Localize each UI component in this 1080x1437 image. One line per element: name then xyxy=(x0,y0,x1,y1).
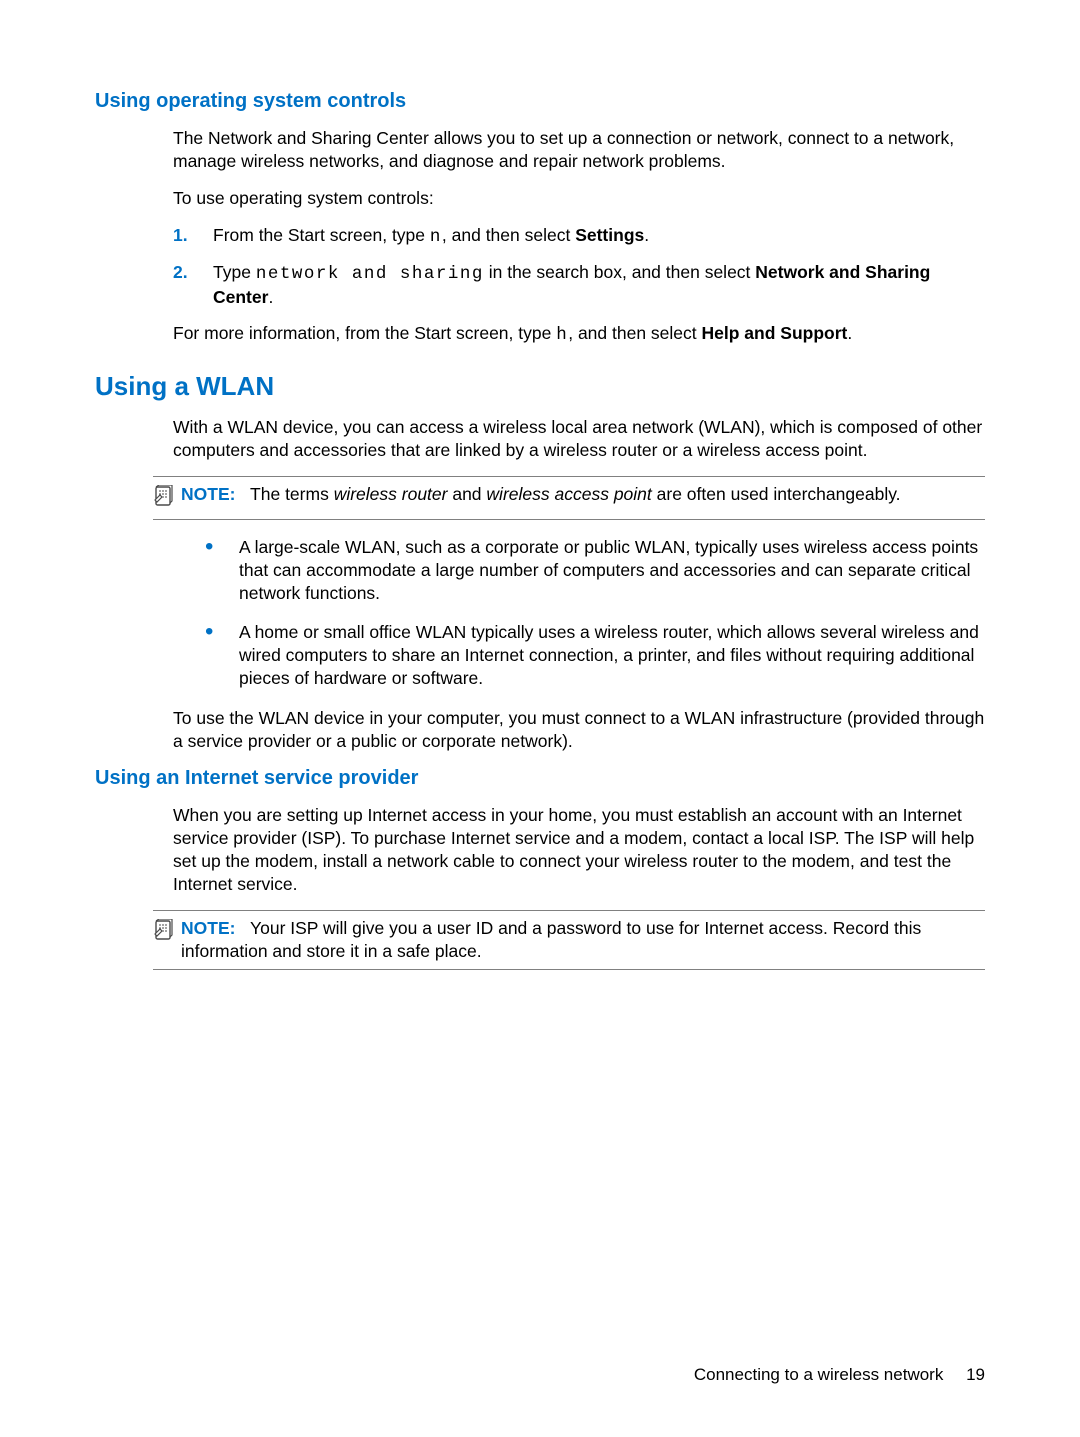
note-icon xyxy=(153,483,175,513)
list-text: A large-scale WLAN, such as a corporate … xyxy=(239,536,985,605)
text-run: are often used interchangeably. xyxy=(652,484,901,504)
body-block: For more information, from the Start scr… xyxy=(173,322,985,347)
list-item: • A home or small office WLAN typically … xyxy=(205,621,985,690)
list-number: 1. xyxy=(173,224,191,249)
text-run: . xyxy=(847,323,852,343)
bullet-icon: • xyxy=(205,536,217,605)
italic-text: wireless access point xyxy=(486,484,651,504)
note-label: NOTE: xyxy=(181,918,235,938)
paragraph: The Network and Sharing Center allows yo… xyxy=(173,127,985,173)
body-block: The Network and Sharing Center allows yo… xyxy=(173,127,985,210)
text-run: The terms xyxy=(250,484,334,504)
text-run: . xyxy=(268,287,273,307)
bold-text: Settings xyxy=(575,225,644,245)
bullet-list: • A large-scale WLAN, such as a corporat… xyxy=(205,536,985,691)
paragraph: When you are setting up Internet access … xyxy=(173,804,985,896)
note-content: NOTE: The terms wireless router and wire… xyxy=(181,483,985,506)
paragraph: With a WLAN device, you can access a wir… xyxy=(173,416,985,462)
list-text: Type network and sharing in the search b… xyxy=(213,261,985,309)
list-item: • A large-scale WLAN, such as a corporat… xyxy=(205,536,985,605)
list-text: A home or small office WLAN typically us… xyxy=(239,621,985,690)
list-text: From the Start screen, type n, and then … xyxy=(213,224,985,249)
heading-isp: Using an Internet service provider xyxy=(95,767,985,790)
body-block: To use the WLAN device in your computer,… xyxy=(173,707,985,753)
body-block: When you are setting up Internet access … xyxy=(173,804,985,896)
paragraph: For more information, from the Start scr… xyxy=(173,322,985,347)
text-run: and xyxy=(447,484,486,504)
paragraph: To use operating system controls: xyxy=(173,187,985,210)
italic-text: wireless router xyxy=(334,484,448,504)
text-run: From the Start screen, type xyxy=(213,225,430,245)
footer-text: Connecting to a wireless network xyxy=(694,1365,943,1384)
ordered-list: 1. From the Start screen, type n, and th… xyxy=(173,224,985,309)
bold-text: Help and Support xyxy=(702,323,848,343)
heading-os-controls: Using operating system controls xyxy=(95,90,985,113)
list-item: 1. From the Start screen, type n, and th… xyxy=(173,224,985,249)
list-number: 2. xyxy=(173,261,191,309)
paragraph: To use the WLAN device in your computer,… xyxy=(173,707,985,753)
list-item: 2. Type network and sharing in the searc… xyxy=(173,261,985,309)
heading-using-wlan: Using a WLAN xyxy=(95,371,985,402)
text-run: in the search box, and then select xyxy=(484,262,755,282)
code-text: h xyxy=(556,325,568,345)
note-content: NOTE: Your ISP will give you a user ID a… xyxy=(181,917,985,963)
note-box: NOTE: Your ISP will give you a user ID a… xyxy=(153,910,985,970)
page-footer: Connecting to a wireless network 19 xyxy=(694,1365,985,1385)
body-block: With a WLAN device, you can access a wir… xyxy=(173,416,985,462)
text-run: , and then select xyxy=(568,323,701,343)
bullet-icon: • xyxy=(205,621,217,690)
text-run: For more information, from the Start scr… xyxy=(173,323,556,343)
text-run: , and then select xyxy=(442,225,575,245)
page-number: 19 xyxy=(966,1365,985,1384)
text-run: . xyxy=(644,225,649,245)
code-text: n xyxy=(430,227,442,247)
text-run: Type xyxy=(213,262,256,282)
note-label: NOTE: xyxy=(181,484,235,504)
note-icon xyxy=(153,917,175,947)
page: Using operating system controls The Netw… xyxy=(0,0,1080,1437)
text-run: Your ISP will give you a user ID and a p… xyxy=(181,918,921,961)
note-box: NOTE: The terms wireless router and wire… xyxy=(153,476,985,520)
code-text: network and sharing xyxy=(256,264,484,284)
